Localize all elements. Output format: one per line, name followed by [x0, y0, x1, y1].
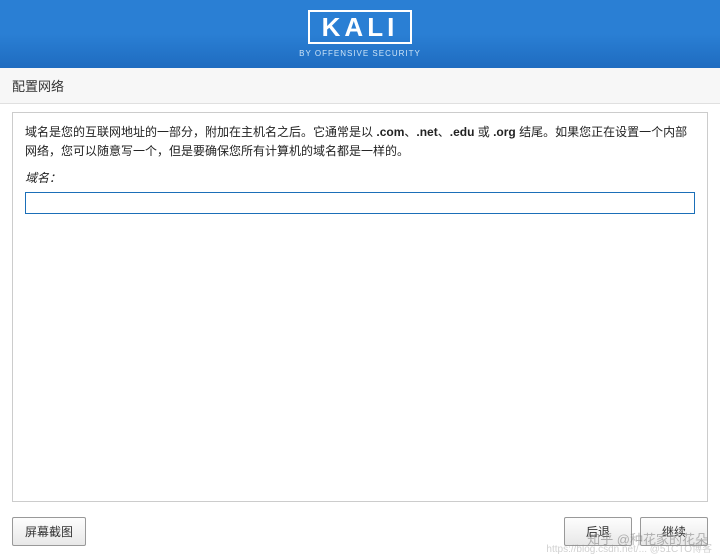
- nav-button-group: 后退 继续: [564, 517, 708, 546]
- page-title: 配置网络: [0, 68, 720, 104]
- main-config-panel: 域名是您的互联网地址的一部分，附加在主机名之后。它通常是以 .com、.net、…: [12, 112, 708, 502]
- kali-logo-subtitle: BY OFFENSIVE SECURITY: [299, 49, 421, 58]
- domain-input[interactable]: [25, 192, 695, 214]
- back-button[interactable]: 后退: [564, 517, 632, 546]
- installer-banner: KALI BY OFFENSIVE SECURITY: [0, 0, 720, 68]
- screenshot-button[interactable]: 屏幕截图: [12, 517, 86, 546]
- domain-field-label: 域名：: [25, 169, 695, 186]
- kali-logo-box: KALI: [308, 10, 413, 44]
- continue-button[interactable]: 继续: [640, 517, 708, 546]
- domain-description: 域名是您的互联网地址的一部分，附加在主机名之后。它通常是以 .com、.net、…: [25, 123, 695, 161]
- footer-bar: 屏幕截图 后退 继续: [0, 517, 720, 546]
- kali-logo-text: KALI: [322, 14, 399, 40]
